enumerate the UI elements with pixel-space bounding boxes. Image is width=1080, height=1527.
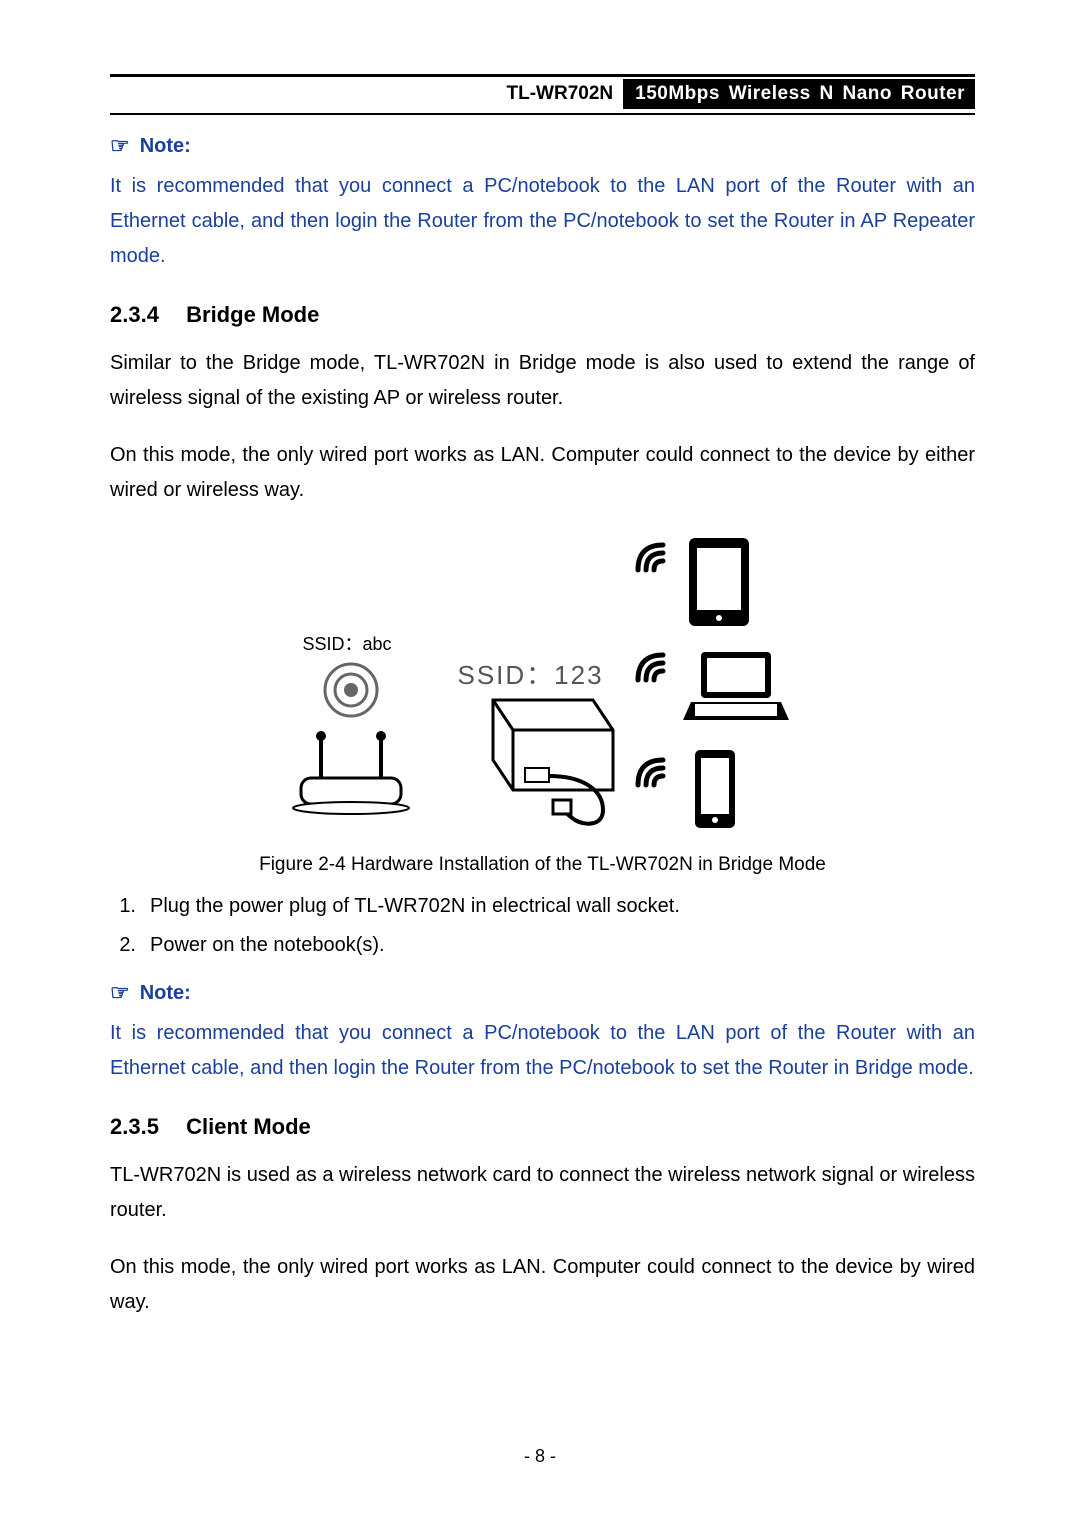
section-heading-234: 2.3.4 Bridge Mode (110, 302, 975, 328)
note-label: Note: (140, 982, 191, 1005)
paragraph: TL-WR702N is used as a wireless network … (110, 1158, 975, 1228)
list-item: 1. Plug the power plug of TL-WR702N in e… (110, 890, 975, 923)
doc-header: TL-WR702N 150Mbps Wireless N Nano Router (110, 79, 975, 109)
header-desc: 150Mbps Wireless N Nano Router (623, 79, 975, 109)
wifi-icon (628, 530, 678, 580)
section-number: 2.3.5 (110, 1114, 180, 1140)
phone-icon (687, 746, 747, 836)
pointing-hand-icon: ☞ (110, 980, 130, 1006)
note-text: It is recommended that you connect a PC/… (110, 169, 975, 274)
section-title: Bridge Mode (186, 302, 319, 327)
page-number: - 8 - (0, 1446, 1080, 1467)
list-item: 2. Power on the notebook(s). (110, 929, 975, 962)
steps-list: 1. Plug the power plug of TL-WR702N in e… (110, 890, 975, 962)
pointing-hand-icon: ☞ (110, 133, 130, 159)
note-text: It is recommended that you connect a PC/… (110, 1016, 975, 1086)
section-title: Client Mode (186, 1114, 311, 1139)
step-text: Plug the power plug of TL-WR702N in elec… (150, 890, 680, 923)
nano-router-icon (453, 670, 643, 830)
paragraph: On this mode, the only wired port works … (110, 1250, 975, 1320)
section-heading-235: 2.3.5 Client Mode (110, 1114, 975, 1140)
tablet-icon (683, 534, 763, 634)
figure-caption: Figure 2-4 Hardware Installation of the … (110, 854, 975, 876)
note-heading: ☞ Note: (110, 980, 975, 1006)
step-number: 1. (110, 890, 136, 923)
figure-bridge-mode: SSID：abc SSID：123 (263, 530, 823, 840)
router-icon (283, 650, 443, 820)
step-number: 2. (110, 929, 136, 962)
laptop-icon (681, 646, 791, 726)
header-model: TL-WR702N (497, 79, 624, 109)
step-text: Power on the notebook(s). (150, 929, 385, 962)
note-heading: ☞ Note: (110, 133, 975, 159)
paragraph: On this mode, the only wired port works … (110, 438, 975, 508)
section-number: 2.3.4 (110, 302, 180, 328)
note-label: Note: (140, 135, 191, 158)
paragraph: Similar to the Bridge mode, TL-WR702N in… (110, 346, 975, 416)
